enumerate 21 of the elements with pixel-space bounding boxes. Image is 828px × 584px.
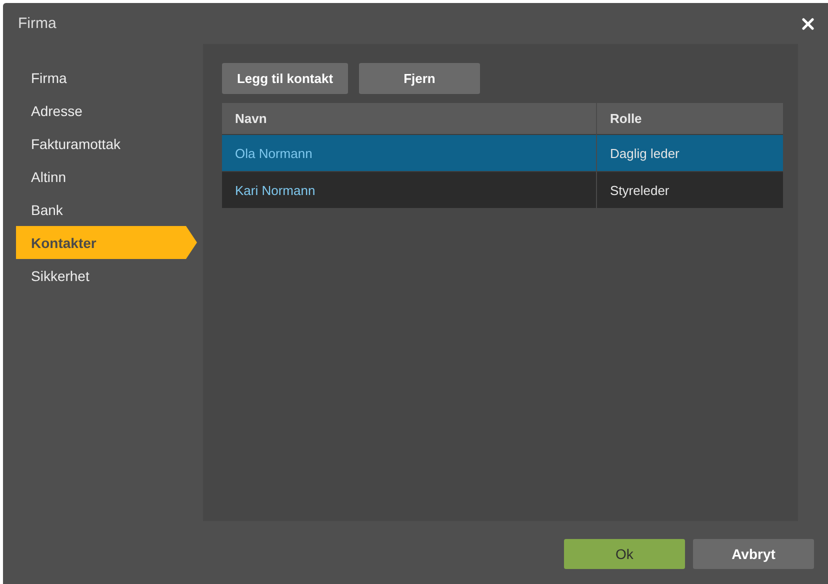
- sidebar-item[interactable]: Adresse: [16, 94, 184, 127]
- table-cell[interactable]: Styreleder: [596, 171, 783, 208]
- close-icon[interactable]: [802, 18, 814, 30]
- remove-button[interactable]: Fjern: [359, 63, 480, 94]
- table-cell[interactable]: Kari Normann: [222, 171, 596, 208]
- sidebar-item[interactable]: Sikkerhet: [16, 259, 184, 292]
- table-row[interactable]: Kari Normann Styreleder: [222, 171, 798, 208]
- add-contact-button[interactable]: Legg til kontakt: [222, 63, 348, 94]
- sidebar-item[interactable]: Firma: [16, 61, 184, 94]
- cancel-button[interactable]: Avbryt: [693, 539, 814, 569]
- ok-button[interactable]: Ok: [564, 539, 685, 569]
- sidebar-item[interactable]: Fakturamottak: [16, 127, 184, 160]
- sidebar-item[interactable]: Altinn: [16, 160, 184, 193]
- table-row[interactable]: Ola Normann Daglig leder: [222, 134, 798, 171]
- sidebar-item[interactable]: Kontakter: [16, 226, 197, 259]
- window-title: Firma: [18, 15, 56, 32]
- table-cell[interactable]: Ola Normann: [222, 134, 596, 171]
- table-cell[interactable]: Daglig leder: [596, 134, 783, 171]
- sidebar-item[interactable]: Bank: [16, 193, 184, 226]
- column-header[interactable]: Navn: [222, 103, 596, 134]
- column-header[interactable]: Rolle: [596, 103, 783, 134]
